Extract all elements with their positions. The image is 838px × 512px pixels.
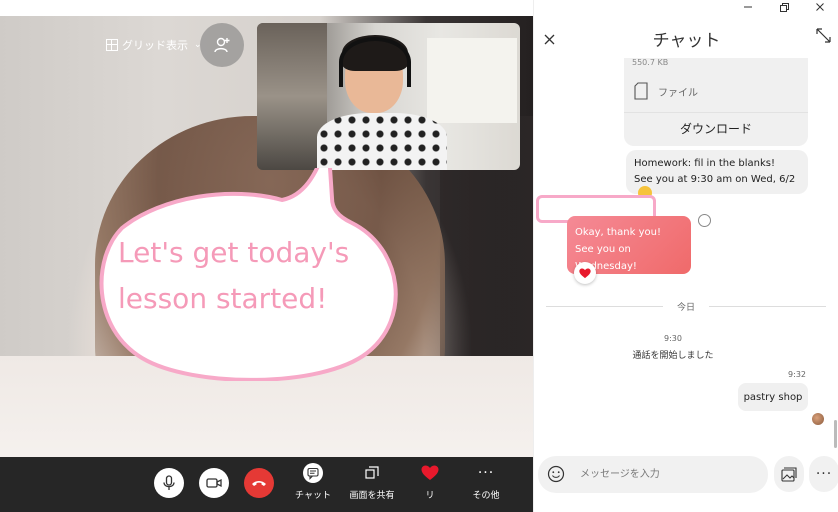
attach-media-button[interactable] <box>774 456 804 492</box>
more-options-label: その他 <box>472 491 500 501</box>
chat-scrollbar[interactable] <box>834 420 837 448</box>
file-row[interactable]: ファイル <box>634 82 698 100</box>
last-message: pastry shop <box>738 383 808 411</box>
chat-title: チャット <box>652 31 721 51</box>
expand-chat-button[interactable] <box>816 28 831 47</box>
call-controls-bar: チャット 画面を共有 リ ··· その他 <box>0 457 533 512</box>
message-input[interactable] <box>580 464 760 484</box>
chat-bubble-icon <box>303 463 323 483</box>
close-window-button[interactable] <box>802 0 838 14</box>
file-label: ファイル <box>658 87 698 99</box>
call-time: 9:30 <box>664 334 682 343</box>
window-controls <box>730 0 838 14</box>
add-reaction-icon[interactable] <box>698 214 711 227</box>
share-screen-icon <box>365 466 379 479</box>
heart-icon <box>579 268 591 278</box>
chat-panel: チャット 550.7 KB ファイル ダウンロード Homework: fil … <box>533 0 838 512</box>
close-icon <box>816 3 824 11</box>
share-screen-label: 画面を共有 <box>349 491 395 501</box>
homework-line-1: Homework: fil in the blanks! <box>634 158 776 169</box>
file-size: 550.7 KB <box>632 58 669 67</box>
share-screen-button[interactable]: 画面を共有 <box>342 462 402 501</box>
grid-view-label: グリッド表示 <box>122 39 188 52</box>
speech-text: Let's get today's lesson started! <box>118 236 350 315</box>
emoji-picker-button[interactable] <box>547 465 565 487</box>
add-person-icon <box>214 37 230 53</box>
react-button[interactable]: リ <box>400 462 460 501</box>
microphone-icon <box>163 475 175 490</box>
chat-toggle-button[interactable]: チャット <box>283 462 343 501</box>
download-button[interactable]: ダウンロード <box>624 120 808 137</box>
chat-toggle-label: チャット <box>295 491 331 501</box>
smile-icon <box>547 465 565 483</box>
expand-icon <box>816 28 831 43</box>
mic-button[interactable] <box>154 468 184 498</box>
react-label: リ <box>425 491 435 501</box>
more-dots-icon: ··· <box>815 466 833 482</box>
gallery-icon <box>781 466 797 482</box>
call-started-message: 通話を開始しました <box>632 351 714 361</box>
hang-up-icon <box>252 481 266 486</box>
heart-icon <box>421 465 439 480</box>
camera-button[interactable] <box>199 468 229 498</box>
more-dots-icon: ··· <box>477 465 495 481</box>
message-composer <box>538 456 768 493</box>
reply-line-1: Okay, thank you! <box>575 227 661 238</box>
minimize-button[interactable] <box>730 0 766 14</box>
title-bar-strip <box>0 0 533 16</box>
video-camera-icon <box>206 478 222 488</box>
add-participant-button[interactable] <box>200 23 244 67</box>
homework-message: Homework: fil in the blanks! See you at … <box>626 150 808 200</box>
minimize-icon <box>744 6 752 8</box>
end-call-button[interactable] <box>244 468 274 498</box>
chat-header: チャット <box>534 20 838 54</box>
skype-window: グリッド表示 ⌄ Let's get today's lesson starte… <box>0 0 838 512</box>
more-options-button[interactable]: ··· その他 <box>456 462 516 501</box>
restore-icon <box>779 2 789 12</box>
read-receipt-avatar <box>812 413 824 425</box>
last-message-time: 9:32 <box>788 370 806 379</box>
video-area: グリッド表示 ⌄ Let's get today's lesson starte… <box>0 0 533 512</box>
more-chat-options-button[interactable]: ··· <box>809 456 838 492</box>
file-message: 550.7 KB ファイル ダウンロード <box>624 58 808 146</box>
homework-line-2: See you at 9:30 am on Wed, 6/2 <box>634 174 796 185</box>
restore-button[interactable] <box>766 0 802 14</box>
heart-reaction-badge[interactable] <box>574 262 596 284</box>
grid-icon <box>106 39 118 51</box>
file-icon <box>634 82 648 100</box>
speech-bubble: Let's get today's lesson started! <box>82 168 401 381</box>
self-video-preview[interactable] <box>257 23 520 170</box>
day-separator: 今日 <box>546 300 826 313</box>
grid-view-toggle[interactable]: グリッド表示 ⌄ <box>106 37 202 53</box>
